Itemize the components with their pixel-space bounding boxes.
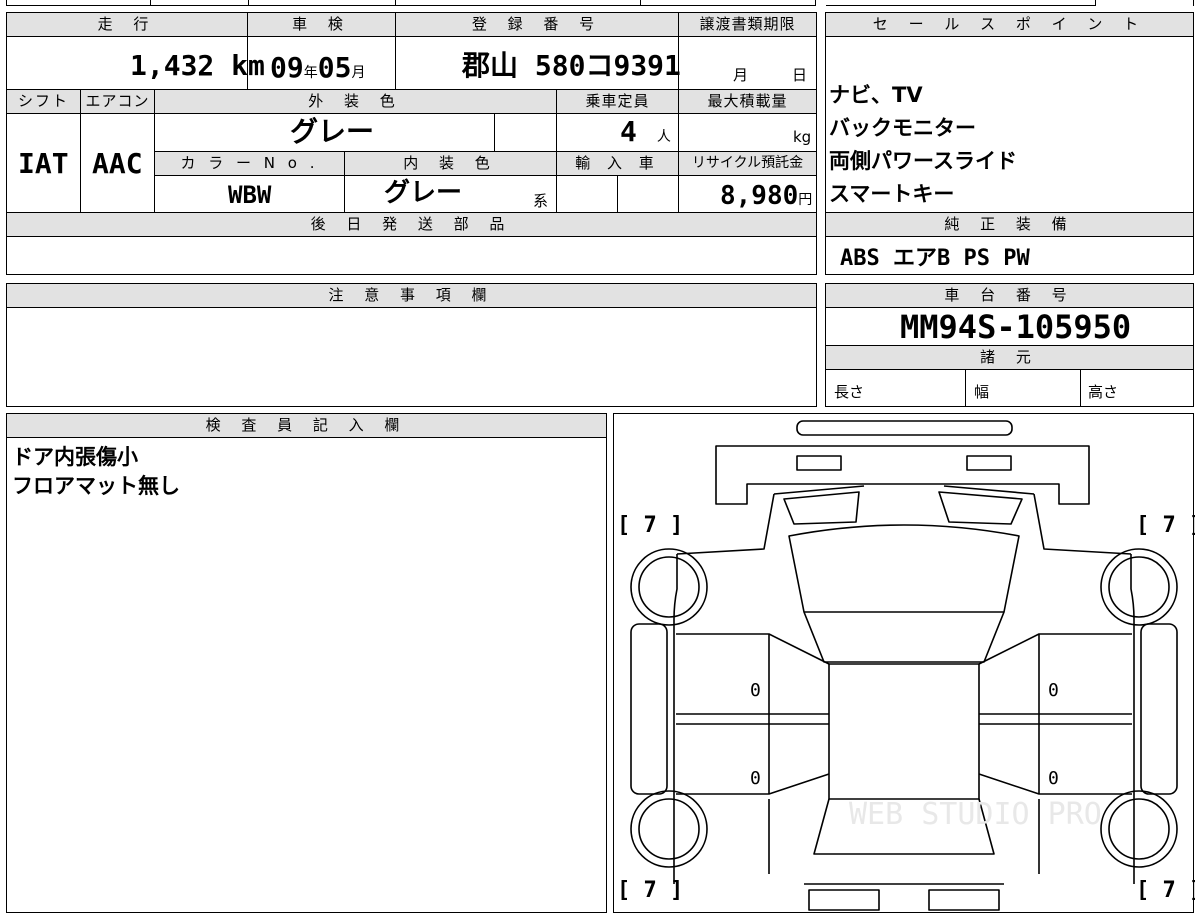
registration-header: 登 録 番 号 <box>395 12 679 37</box>
diagram-watermark: WEB STUDIO PRO <box>849 797 1102 832</box>
exterior-color-value: グレー <box>290 115 375 148</box>
interior-color-suffix: 系 <box>533 192 549 210</box>
inspection-date: 09年05月 <box>270 51 366 84</box>
car-diagram-svg: WEB STUDIO PRO [ 7 ] [ 7 ] [ 7 ] [ 7 ] 0… <box>617 420 1195 911</box>
later-parts-header: 後 日 発 送 部 品 <box>6 212 817 237</box>
door-mark: 0 <box>1048 680 1059 701</box>
window-mark: [ 7 ] <box>617 878 683 903</box>
shift-value: IAT <box>18 147 69 180</box>
aircon-value: AAC <box>92 147 143 180</box>
sales-point-item: ナビ、TV <box>829 83 923 107</box>
door-mark: 0 <box>750 680 761 701</box>
color-no-header: カ ラ ー N o . <box>154 151 345 176</box>
inspection-header: 車 検 <box>247 12 396 37</box>
registration-number: 郡山 580コ9391 <box>462 49 681 82</box>
dimensions-header: 諸 元 <box>825 345 1194 370</box>
transfer-deadline-header: 譲渡書類期限 <box>678 12 817 37</box>
mileage-unit: km <box>231 49 265 82</box>
max-load-header: 最大積載量 <box>678 89 817 114</box>
mileage-value: 1,432 km <box>130 49 265 82</box>
recycle-header: リサイクル預託金 <box>678 151 817 176</box>
capacity-value: 4人 <box>620 115 671 148</box>
sales-points-header: セ ー ル ス ポ イ ン ト <box>825 12 1194 37</box>
inspector-line: フロアマット無し <box>12 474 180 498</box>
mileage-header: 走 行 <box>6 12 248 37</box>
window-mark: [ 7 ] <box>1136 878 1195 903</box>
chassis-number: MM94S-105950 <box>900 308 1132 346</box>
interior-color-value: グレー <box>384 178 463 208</box>
dim-length-label: 長さ <box>834 383 865 401</box>
deadline-day-unit: 日 <box>792 66 808 84</box>
car-diagram: WEB STUDIO PRO [ 7 ] [ 7 ] [ 7 ] [ 7 ] 0… <box>613 413 1195 913</box>
chassis-header: 車 台 番 号 <box>825 283 1194 308</box>
window-mark: [ 7 ] <box>617 513 683 538</box>
dim-width-label: 幅 <box>974 383 990 401</box>
exterior-color-header: 外 装 色 <box>154 89 557 114</box>
equipment-value: ABS エアB PS PW <box>840 246 1030 271</box>
inspector-header: 検 査 員 記 入 欄 <box>6 413 607 438</box>
inspector-line: ドア内張傷小 <box>12 445 138 469</box>
shift-header: シフト <box>6 89 81 114</box>
top-strip <box>0 0 1200 8</box>
deadline-month-unit: 月 <box>733 66 749 84</box>
door-mark: 0 <box>1048 768 1059 789</box>
capacity-header: 乗車定員 <box>556 89 679 114</box>
sales-point-item: スマートキー <box>829 182 955 206</box>
max-load-unit: kg <box>793 128 812 146</box>
aircon-header: エアコン <box>80 89 155 114</box>
equipment-header: 純 正 装 備 <box>825 212 1194 237</box>
sales-point-item: 両側パワースライド <box>829 149 1017 173</box>
sales-point-item: バックモニター <box>829 116 976 140</box>
door-mark: 0 <box>750 768 761 789</box>
import-header: 輸 入 車 <box>556 151 679 176</box>
window-mark: [ 7 ] <box>1136 513 1195 538</box>
dim-height-label: 高さ <box>1088 383 1119 401</box>
interior-color-header: 内 装 色 <box>344 151 557 176</box>
color-no-value: WBW <box>228 181 272 209</box>
notes-header: 注 意 事 項 欄 <box>6 283 817 308</box>
